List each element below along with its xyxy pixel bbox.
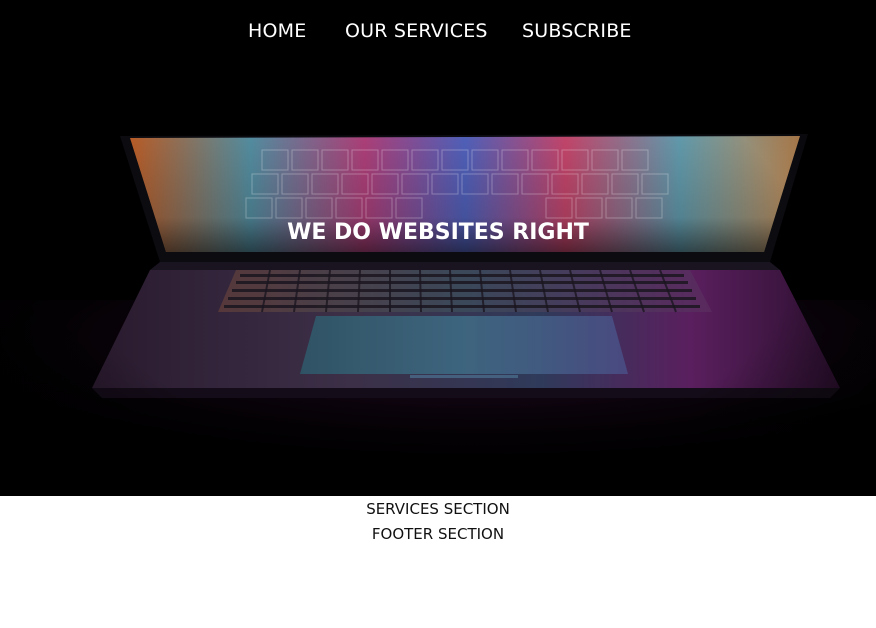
laptop-hero-image: [0, 0, 876, 496]
hero-headline: WE DO WEBSITES RIGHT: [287, 220, 589, 245]
footer-section-label: FOOTER SECTION: [371, 525, 505, 543]
main-navigation: HOME OUR SERVICES SUBSCRIBE: [0, 18, 876, 46]
nav-link-home[interactable]: HOME: [248, 18, 306, 44]
page-sections: SERVICES SECTION FOOTER SECTION: [0, 497, 876, 547]
hero-section: HOME OUR SERVICES SUBSCRIBE WE DO WEBSIT…: [0, 0, 876, 496]
nav-link-subscribe[interactable]: SUBSCRIBE: [522, 18, 632, 44]
services-section-label: SERVICES SECTION: [366, 500, 510, 518]
nav-link-our-services[interactable]: OUR SERVICES: [345, 18, 488, 44]
